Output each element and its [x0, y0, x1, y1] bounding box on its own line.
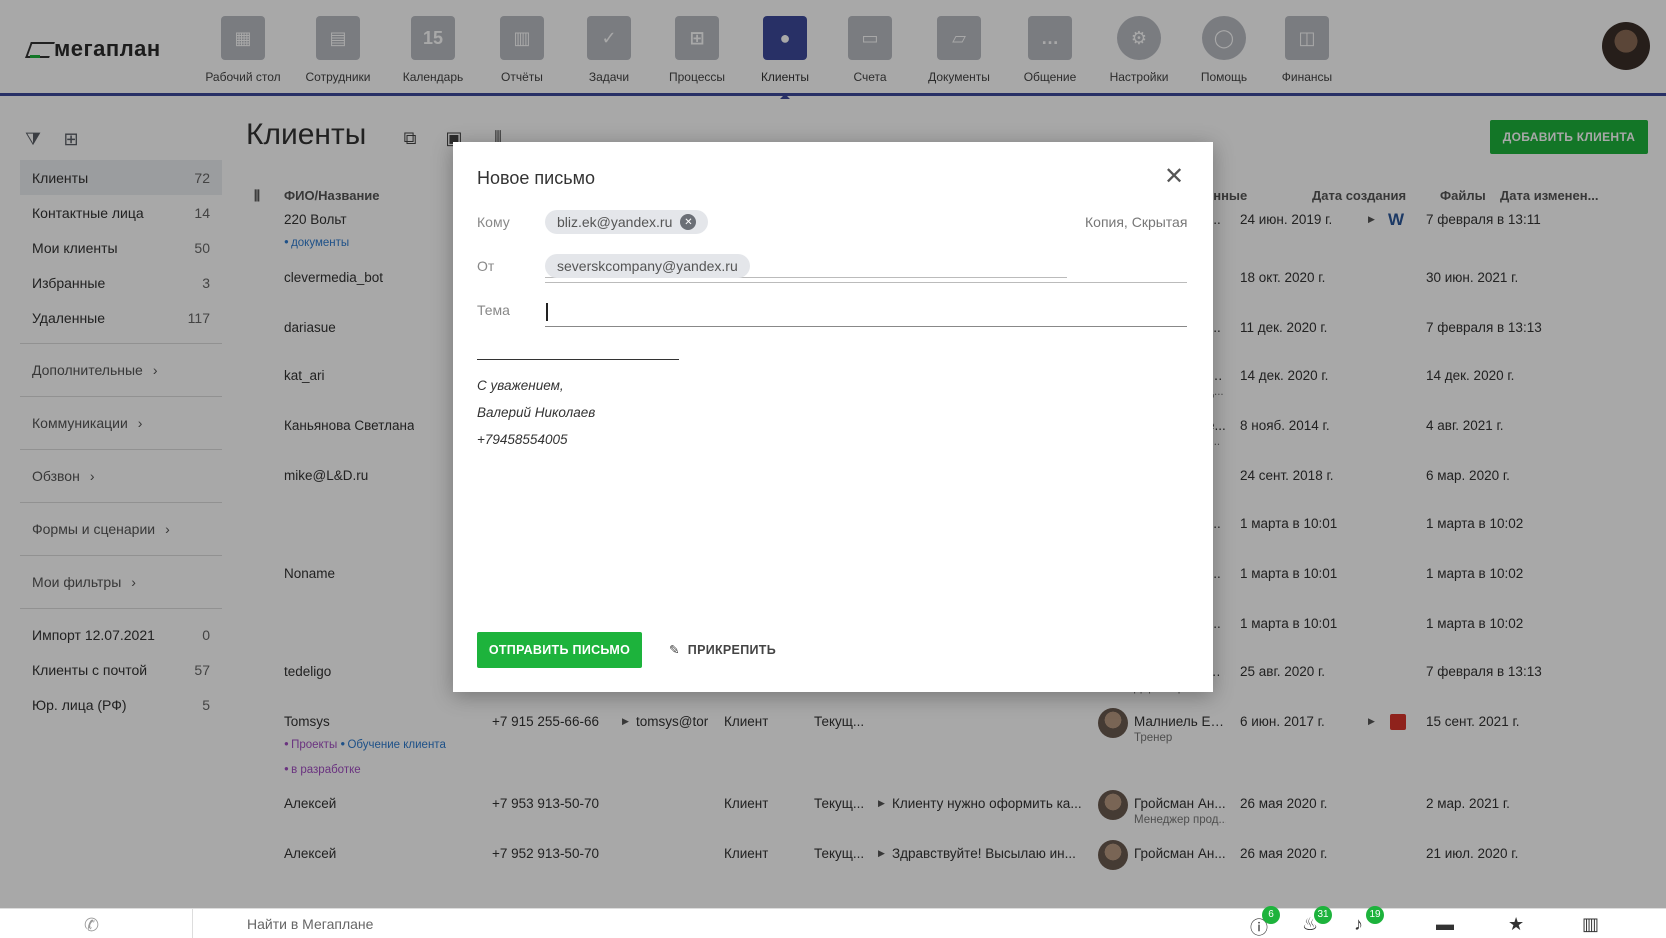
attach-button[interactable]: ✎ ПРИКРЕПИТЬ [669, 642, 776, 658]
from-label: От [477, 258, 495, 274]
recipient-chip: bliz.ek@yandex.ru ✕ [545, 210, 709, 234]
signature-line: +79458554005 [477, 432, 568, 447]
from-field[interactable] [545, 279, 1187, 283]
alert-badge: 6 [1262, 906, 1280, 924]
close-icon[interactable]: ✕ [1163, 165, 1185, 189]
book-icon[interactable]: ▥ [1582, 914, 1599, 935]
cc-bcc-link[interactable]: Копия, Скрытая [1085, 214, 1187, 230]
bell-icon[interactable]: ♪ 19 [1354, 906, 1384, 935]
subject-label: Тема [477, 302, 510, 318]
alert-icon[interactable]: ⓘ 6 [1250, 906, 1280, 938]
text-cursor [546, 303, 548, 321]
sender-chip[interactable]: severskcompany@yandex.ru [545, 254, 750, 278]
send-email-button[interactable]: ОТПРАВИТЬ ПИСЬМО [477, 632, 642, 668]
phone-icon[interactable]: ✆ [84, 915, 99, 936]
chat-icon[interactable]: ▬ [1436, 914, 1454, 935]
star-icon[interactable]: ★ [1508, 914, 1524, 935]
notifications-badge: 19 [1366, 906, 1384, 924]
fire-icon[interactable]: ♨ 31 [1302, 906, 1332, 935]
new-email-dialog: Новое письмо ✕ Кому bliz.ek@yandex.ru ✕ … [453, 142, 1213, 692]
hot-badge: 31 [1314, 906, 1332, 924]
to-label: Кому [477, 214, 510, 230]
signature-line: Валерий Николаев [477, 405, 596, 420]
remove-recipient-icon[interactable]: ✕ [680, 214, 697, 230]
sender-email: severskcompany@yandex.ru [557, 258, 738, 274]
attach-label: ПРИКРЕПИТЬ [687, 642, 776, 657]
subject-input[interactable] [545, 299, 1187, 327]
recipient-email: bliz.ek@yandex.ru [557, 214, 673, 230]
signature-line: С уважением, [477, 378, 564, 393]
dialog-title: Новое письмо [477, 168, 595, 188]
global-search[interactable]: Найти в Мегаплане [192, 909, 992, 938]
signature[interactable]: С уважением, Валерий Николаев +79458554005 [477, 352, 679, 453]
bottom-bar: ✆ Найти в Мегаплане ⓘ 6 ♨ 31 ♪ 19 ▬ ★ ▥ [0, 906, 1666, 938]
signature-divider [477, 352, 679, 360]
paperclip-icon: ✎ [669, 643, 680, 657]
